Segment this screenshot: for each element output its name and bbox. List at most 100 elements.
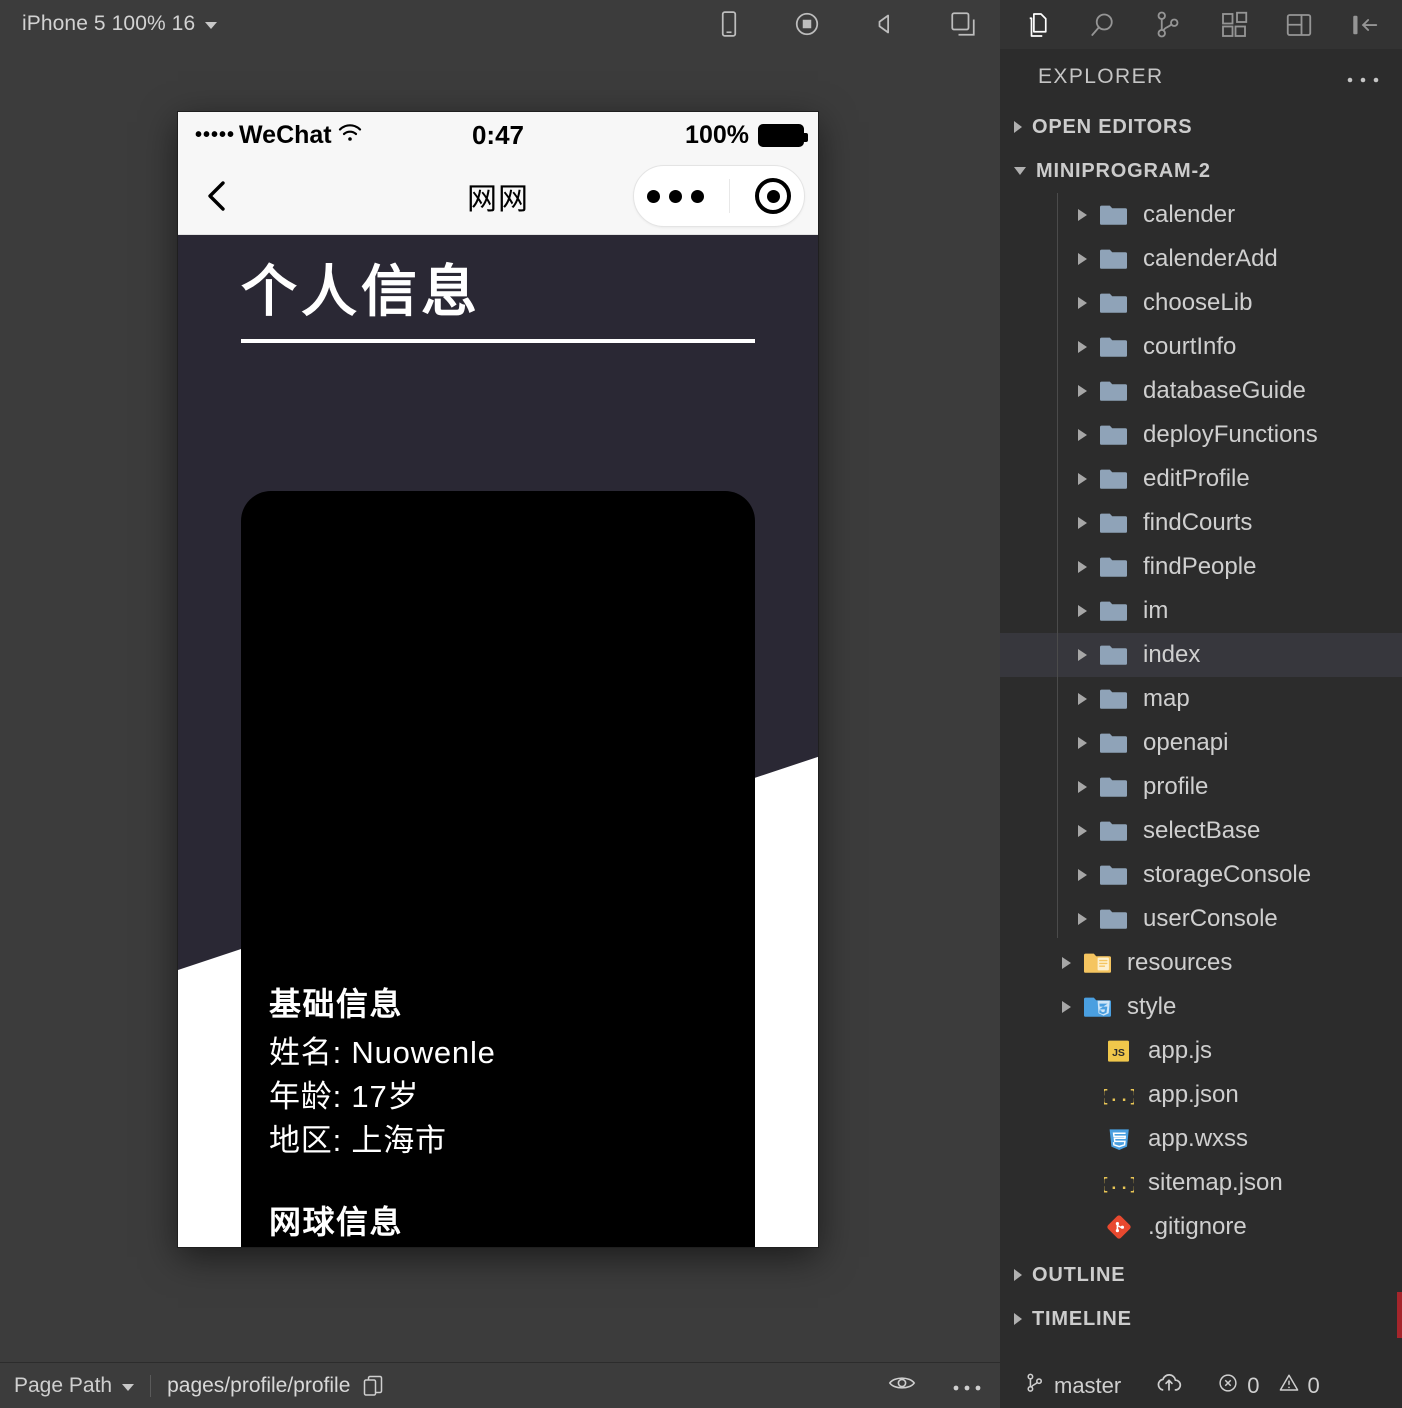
target-circle-icon[interactable]	[755, 178, 792, 214]
copy-icon[interactable]	[362, 1374, 384, 1398]
page-heading: 个人信息	[241, 260, 481, 323]
section-timeline-label: TIMELINE	[1032, 1307, 1132, 1330]
folder-icon	[1100, 557, 1127, 577]
tree-row-deployfunctions[interactable]: deployFunctions	[1000, 413, 1402, 457]
record-icon[interactable]	[792, 9, 822, 39]
tree-row-label: databaseGuide	[1143, 377, 1306, 404]
simulator-toolbar-icons	[714, 0, 978, 47]
chevron-right-icon[interactable]	[1078, 341, 1087, 353]
tree-row-app-json[interactable]: {..} app.json	[1000, 1073, 1402, 1117]
tree-row-findcourts[interactable]: findCourts	[1000, 501, 1402, 545]
chevron-right-icon[interactable]	[1078, 253, 1087, 265]
chevron-right-icon[interactable]	[1078, 869, 1087, 881]
folder-icon	[1100, 733, 1127, 753]
source-control-icon	[1024, 1372, 1046, 1400]
chevron-right-icon[interactable]	[1078, 561, 1087, 573]
section-miniprogram-2[interactable]: MINIPROGRAM-2	[1000, 149, 1402, 193]
chevron-right-icon[interactable]	[1078, 209, 1087, 221]
tree-row-label: editProfile	[1143, 465, 1250, 492]
section-outline[interactable]: OUTLINE	[1000, 1253, 1402, 1297]
bottom-bar-actions	[888, 1372, 982, 1400]
more-dots-icon[interactable]	[1346, 70, 1380, 84]
chevron-right-icon[interactable]	[1062, 1001, 1071, 1013]
layout-panel-icon[interactable]	[1284, 10, 1314, 40]
problems-status[interactable]: 0 0	[1217, 1372, 1320, 1400]
page-heading-block: 个人信息	[241, 258, 755, 344]
section-timeline[interactable]: TIMELINE	[1000, 1297, 1402, 1341]
source-control-icon[interactable]	[1153, 10, 1183, 40]
chevron-right-icon[interactable]	[1078, 693, 1087, 705]
chevron-right-icon[interactable]	[1062, 957, 1071, 969]
tree-row-findpeople[interactable]: findPeople	[1000, 545, 1402, 589]
tree-row-style[interactable]: style	[1000, 985, 1402, 1029]
chevron-right-icon[interactable]	[1078, 605, 1087, 617]
folder-icon	[1100, 425, 1127, 445]
chevron-right-icon[interactable]	[1078, 517, 1087, 529]
page-path-label: Page Path	[14, 1373, 113, 1397]
chevron-right-icon[interactable]	[1078, 473, 1087, 485]
tree-row-map[interactable]: map	[1000, 677, 1402, 721]
eye-icon[interactable]	[888, 1372, 916, 1400]
device-selector[interactable]: iPhone 5 100% 16	[22, 12, 218, 36]
chevron-right-icon[interactable]	[1078, 429, 1087, 441]
more-dots-icon[interactable]	[646, 189, 704, 203]
chevron-right-icon[interactable]	[1078, 649, 1087, 661]
tree-row-label: courtInfo	[1143, 333, 1237, 360]
folder-icon	[1100, 469, 1127, 489]
miniprogram-webview: 个人信息 基础信息 姓名: Nuowenle 年龄: 17岁 地区: 上海市 网…	[178, 235, 818, 1247]
current-page-path: pages/profile/profile	[167, 1373, 351, 1397]
vscode-sidebar-pane: EXPLORER OPEN EDITORS MINIPROGRAM-2 cale…	[1000, 0, 1402, 1408]
tree-row-calenderadd[interactable]: calenderAdd	[1000, 237, 1402, 281]
folder-icon	[1100, 293, 1127, 313]
git-branch-status[interactable]: master	[1024, 1372, 1121, 1400]
tree-row-app-js[interactable]: JS app.js	[1000, 1029, 1402, 1073]
activity-bar	[1000, 0, 1402, 49]
tree-row-chooselib[interactable]: chooseLib	[1000, 281, 1402, 325]
tree-row-profile[interactable]: profile	[1000, 765, 1402, 809]
tree-row-calender[interactable]: calender	[1000, 193, 1402, 237]
tree-row--gitignore[interactable]: .gitignore	[1000, 1205, 1402, 1249]
search-icon[interactable]	[1088, 10, 1118, 40]
tree-row-index[interactable]: index	[1000, 633, 1402, 677]
back-chevron-icon[interactable]	[200, 176, 234, 216]
multi-window-icon[interactable]	[948, 9, 978, 39]
phone-status-bar: ••••• WeChat 0:47 100%	[178, 112, 818, 158]
chevron-right-icon[interactable]	[1078, 297, 1087, 309]
explorer-icon[interactable]	[1022, 10, 1052, 40]
phone-icon[interactable]	[714, 9, 744, 39]
mute-icon[interactable]	[870, 9, 900, 39]
tree-row-app-wxss[interactable]: app.wxss	[1000, 1117, 1402, 1161]
tree-row-databaseguide[interactable]: databaseGuide	[1000, 369, 1402, 413]
tree-row-editprofile[interactable]: editProfile	[1000, 457, 1402, 501]
svg-text:{..}: {..}	[1104, 1176, 1134, 1195]
tree-row-im[interactable]: im	[1000, 589, 1402, 633]
basic-info-region: 地区: 上海市	[269, 1123, 447, 1159]
sync-status[interactable]	[1155, 1372, 1183, 1400]
chevron-right-icon[interactable]	[1078, 913, 1087, 925]
section-open-editors[interactable]: OPEN EDITORS	[1000, 105, 1402, 149]
tree-row-courtinfo[interactable]: courtInfo	[1000, 325, 1402, 369]
tree-row-resources[interactable]: resources	[1000, 941, 1402, 985]
phone-simulator: ••••• WeChat 0:47 100% 网网 个人信息 基础信息 姓名: …	[178, 112, 818, 1247]
chevron-right-icon[interactable]	[1078, 825, 1087, 837]
tree-row-openapi[interactable]: openapi	[1000, 721, 1402, 765]
chevron-down-icon	[1014, 167, 1026, 175]
chevron-right-icon[interactable]	[1078, 781, 1087, 793]
tree-row-label: profile	[1143, 773, 1209, 800]
tree-row-label: openapi	[1143, 729, 1229, 756]
tree-row-sitemap-json[interactable]: {..} sitemap.json	[1000, 1161, 1402, 1205]
tree-row-label: resources	[1127, 949, 1233, 976]
tree-row-userconsole[interactable]: userConsole	[1000, 897, 1402, 941]
tree-row-storageconsole[interactable]: storageConsole	[1000, 853, 1402, 897]
tree-row-label: deployFunctions	[1143, 421, 1318, 448]
chevron-right-icon[interactable]	[1078, 385, 1087, 397]
more-dots-icon[interactable]	[952, 1374, 982, 1398]
tree-row-label: app.js	[1148, 1037, 1213, 1064]
extensions-icon[interactable]	[1219, 10, 1249, 40]
chevron-right-icon[interactable]	[1078, 737, 1087, 749]
collapse-sidebar-icon[interactable]	[1350, 10, 1380, 40]
chevron-down-icon	[122, 1384, 135, 1391]
wechat-capsule-button[interactable]	[633, 165, 805, 227]
tree-row-selectbase[interactable]: selectBase	[1000, 809, 1402, 853]
page-path-selector[interactable]: Page Path	[14, 1373, 135, 1398]
